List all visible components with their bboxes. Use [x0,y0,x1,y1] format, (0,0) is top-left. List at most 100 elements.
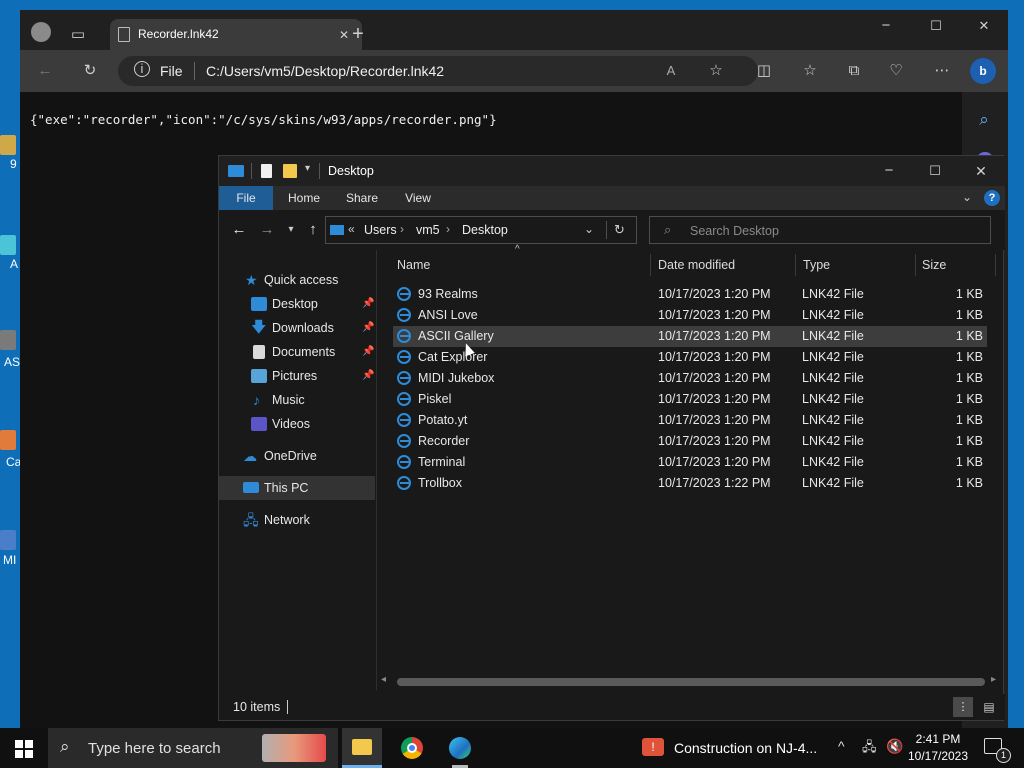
explorer-title: Desktop [328,164,374,178]
close-window-icon[interactable]: ✕ [974,16,994,36]
nav-item-documents[interactable]: Documents 📌 [219,340,375,364]
details-view-icon[interactable]: ⋮ [953,697,973,717]
tab-file[interactable]: File [219,186,273,210]
tab-home[interactable]: Home [277,186,331,210]
collections-icon[interactable]: ⧉ [844,61,864,81]
profile-icon[interactable] [31,22,51,42]
nav-item-downloads[interactable]: 🡇 Downloads 📌 [219,316,375,340]
favorites-icon[interactable]: ☆ [800,61,820,81]
desktop-icon[interactable] [0,330,16,350]
desktop-icon[interactable] [0,530,16,550]
taskbar-chrome[interactable] [392,732,432,764]
column-separator[interactable] [795,254,796,276]
tab-share[interactable]: Share [335,186,389,210]
table-row[interactable]: Cat Explorer 10/17/2023 1:20 PM LNK42 File… [393,347,987,368]
refresh-icon[interactable]: ↻ [80,61,100,81]
file-rows: 93 Realms 10/17/2023 1:20 PM LNK42 File 1 K… [377,284,1003,504]
table-row[interactable]: ANSI Love 10/17/2023 1:20 PM LNK42 File 1 K… [393,305,987,326]
read-aloud-icon[interactable]: A [661,61,681,81]
breadcrumb-desktop[interactable]: Desktop [462,223,508,237]
news-widget[interactable]: ! Construction on NJ-4... [640,728,830,768]
properties-icon[interactable] [261,164,272,178]
table-row[interactable]: 93 Realms 10/17/2023 1:20 PM LNK42 File 1 K… [393,284,987,305]
table-row[interactable]: Trollbox 10/17/2023 1:22 PM LNK42 File 1 KB [393,473,987,494]
table-row[interactable]: Recorder 10/17/2023 1:20 PM LNK42 File 1 KB [393,431,987,452]
nav-item-music[interactable]: ♪ Music [219,388,375,412]
tab-view[interactable]: View [391,186,445,210]
new-tab-icon[interactable]: + [348,24,368,44]
qat-chevron-icon[interactable]: ▾ [305,163,310,174]
info-icon[interactable]: i [134,61,150,77]
url-text[interactable]: C:/Users/vm5/Desktop/Recorder.lnk42 [206,63,444,79]
search-icon[interactable]: ⌕ [974,110,994,130]
nav-this-pc[interactable]: This PC [219,476,375,500]
column-separator[interactable] [995,254,996,276]
desktop-icon[interactable] [0,135,16,155]
favorite-icon[interactable]: ☆ [706,61,726,81]
back-icon[interactable]: ← [35,61,55,81]
nav-item-pictures[interactable]: Pictures 📌 [219,364,375,388]
taskbar-edge[interactable] [440,732,480,768]
horizontal-scrollbar[interactable]: ◂ ▸ [377,674,1003,690]
address-bar[interactable]: i File C:/Users/vm5/Desktop/Recorder.lnk… [118,56,758,86]
column-type[interactable]: Type [803,250,830,280]
minimize-icon[interactable]: − [876,16,896,36]
new-folder-icon[interactable] [283,164,297,178]
nav-network[interactable]: 🖧 Network [219,508,375,532]
scroll-right-icon[interactable]: ▸ [991,674,996,685]
table-row[interactable]: Piskel 10/17/2023 1:20 PM LNK42 File 1 KB [393,389,987,410]
expand-ribbon-icon[interactable]: ⌄ [962,190,972,204]
forward-icon[interactable]: → [257,220,277,240]
taskbar-search[interactable]: ⌕ Type here to search [48,728,338,768]
maximize-icon[interactable]: ☐ [926,16,946,36]
nav-item-desktop[interactable]: Desktop 📌 [219,292,375,316]
nav-quick-access[interactable]: ★ Quick access [219,268,375,292]
column-size[interactable]: Size [922,250,946,280]
file-date: 10/17/2023 1:20 PM [658,329,771,343]
column-separator[interactable] [915,254,916,276]
clock[interactable]: 2:41 PM 10/17/2023 [906,730,970,766]
back-icon[interactable]: ← [229,220,249,240]
split-screen-icon[interactable]: ◫ [754,61,774,81]
more-icon[interactable]: ⋯ [932,61,952,81]
file-date: 10/17/2023 1:20 PM [658,413,771,427]
desktop-icon[interactable] [0,235,16,255]
ribbon-tabs: File Home Share View ⌄ ? [219,186,1005,210]
tab-recorder[interactable]: Recorder.lnk42 ✕ [110,19,362,50]
taskbar-file-explorer[interactable] [342,728,382,768]
breadcrumb-vm5[interactable]: vm5 [416,223,440,237]
nav-onedrive[interactable]: ☁ OneDrive [219,444,375,468]
large-icons-view-icon[interactable]: ▤ [979,697,999,717]
breadcrumb[interactable]: « Users › vm5 › Desktop ⌄ ↻ [325,216,637,244]
search-box[interactable]: ⌕ Search Desktop [649,216,991,244]
table-row[interactable]: Potato.yt 10/17/2023 1:20 PM LNK42 File 1 K… [393,410,987,431]
address-dropdown-icon[interactable]: ⌄ [584,222,594,236]
maximize-icon[interactable]: ☐ [925,161,945,181]
network-status-icon[interactable]: 🖧 [862,738,877,760]
column-date-modified[interactable]: Date modified [658,250,735,280]
windows-start-icon[interactable] [15,740,33,758]
recent-locations-icon[interactable]: ▾ [281,220,301,240]
tab-actions-icon[interactable]: ▭ [68,25,88,45]
breadcrumb-chevron[interactable]: « [348,222,355,236]
up-icon[interactable]: ↑ [303,220,323,240]
volume-muted-icon[interactable]: 🔇 [886,738,903,755]
performance-icon[interactable]: ♡ [886,61,906,81]
url-divider [194,62,195,80]
scroll-thumb[interactable] [397,678,985,686]
table-row[interactable]: Terminal 10/17/2023 1:20 PM LNK42 File 1 KB [393,452,987,473]
help-icon[interactable]: ? [984,190,1000,206]
column-name[interactable]: Name [397,250,430,280]
scroll-left-icon[interactable]: ◂ [381,674,386,685]
minimize-icon[interactable]: − [879,161,899,181]
refresh-icon[interactable]: ↻ [614,222,625,238]
copilot-icon[interactable]: b [970,58,996,84]
breadcrumb-users[interactable]: Users [364,223,397,237]
table-row[interactable]: ASCII Gallery 10/17/2023 1:20 PM LNK42 Fil… [393,326,987,347]
show-hidden-icons[interactable]: ^ [838,738,845,754]
column-separator[interactable] [650,254,651,276]
desktop-icon[interactable] [0,430,16,450]
table-row[interactable]: MIDI Jukebox 10/17/2023 1:20 PM LNK42 File… [393,368,987,389]
nav-item-videos[interactable]: Videos [219,412,375,436]
close-window-icon[interactable]: ✕ [971,161,991,181]
